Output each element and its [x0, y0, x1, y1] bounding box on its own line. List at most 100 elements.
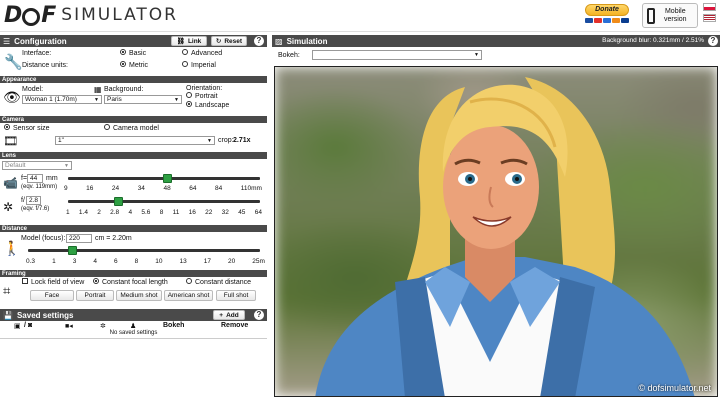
- aperture-icon: ✲: [3, 200, 14, 214]
- units-metric-radio[interactable]: Metric: [120, 61, 148, 69]
- tick-label: 2.8: [110, 209, 120, 216]
- focus-readout: cm = 2.20m: [95, 235, 132, 242]
- slider-thumb[interactable]: [114, 197, 123, 206]
- aperture-col-icon: ✲: [100, 323, 106, 330]
- sliders-icon: ☰: [3, 36, 11, 46]
- tick-label: 5.6: [141, 209, 151, 216]
- tick-label: 13: [179, 258, 187, 265]
- interface-advanced-radio[interactable]: Advanced: [182, 49, 222, 57]
- col-remove: Remove: [221, 322, 249, 329]
- lock-fov-checkbox[interactable]: Lock field of view: [22, 278, 84, 286]
- focus-label: Model (focus):: [21, 235, 66, 242]
- tick-label: 45: [238, 209, 246, 216]
- simulation-viewport[interactable]: © dofsimulator.net: [274, 66, 718, 397]
- focal-length-slider[interactable]: [68, 174, 260, 184]
- framing-full-button[interactable]: Full shot: [216, 290, 256, 301]
- mobile-version-button[interactable]: Mobile version: [642, 3, 698, 28]
- tick-label: 64: [189, 185, 197, 192]
- tick-label: 8: [159, 209, 164, 216]
- eye-icon: 👁: [3, 89, 21, 105]
- flag-pl-icon[interactable]: [703, 3, 716, 11]
- card-icon: [594, 18, 602, 23]
- reset-button[interactable]: ↻ Reset: [211, 36, 247, 46]
- units-imperial-radio[interactable]: Imperial: [182, 61, 216, 69]
- framing-american-button[interactable]: American shot: [164, 290, 213, 301]
- focus-distance-input[interactable]: 220: [66, 234, 92, 243]
- person-col-icon: ♟: [130, 323, 137, 330]
- sensor-select[interactable]: 1" ▼: [55, 136, 215, 145]
- col-bokeh: Bokeh: [163, 322, 185, 329]
- video-camera-icon: 📹: [3, 176, 18, 190]
- distance-slider[interactable]: [28, 246, 260, 256]
- logo-text: SIMULATOR: [61, 5, 178, 25]
- crop-icon: ⌗: [3, 283, 11, 298]
- help-icon[interactable]: ?: [254, 310, 264, 320]
- sensor-size-radio[interactable]: Sensor size: [4, 124, 50, 132]
- lens-col-icon: ■◂: [65, 323, 73, 330]
- chevron-down-icon: ▼: [474, 52, 479, 58]
- simulation-title: Simulation: [286, 36, 328, 46]
- tick-label: 64: [254, 209, 262, 216]
- crop-label: crop:: [218, 137, 234, 144]
- model-select[interactable]: Woman 1 (1.70m) ▼: [22, 95, 102, 104]
- tick-label: 17: [203, 258, 211, 265]
- add-button[interactable]: + Add: [213, 310, 245, 320]
- interface-section: 🔧 Interface: Basic Advanced Distance uni…: [0, 47, 267, 75]
- lens-section: Default ▼ 📹 f= 44 mm (eqv. 119mm) 9 16 24 34…: [0, 159, 267, 224]
- tick-label: 1: [66, 209, 70, 216]
- tick-label: 1.4: [78, 209, 88, 216]
- constant-focal-radio[interactable]: Constant focal length: [93, 278, 168, 286]
- phone-icon: [647, 7, 655, 24]
- framing-medium-button[interactable]: Medium shot: [116, 290, 162, 301]
- slider-thumb[interactable]: [68, 246, 77, 255]
- tick-label: 34: [137, 185, 145, 192]
- framing-face-button[interactable]: Face: [30, 290, 74, 301]
- background-select[interactable]: Paris ▼: [104, 95, 182, 104]
- camera-section: Sensor size Camera model 🎞 1" ▼ crop: 2.7…: [0, 123, 267, 151]
- link-button[interactable]: ⛓ Link: [171, 36, 207, 46]
- tick-label: 16: [86, 185, 94, 192]
- reset-icon: ↻: [215, 38, 222, 45]
- tick-label: 20: [228, 258, 236, 265]
- bokeh-row: Bokeh: ▼: [272, 47, 720, 64]
- lens-header: Lens: [0, 152, 267, 159]
- configuration-header: ☰ Configuration ⛓ Link ↻ Reset ?: [0, 35, 267, 47]
- distance-ticks: 0.3 1 3 4 6 8 10 13 17 20 25m: [26, 258, 265, 265]
- distance-section: 🚶 Model (focus): 220 cm = 2.20m 0.3 1 3 4 6 8…: [0, 232, 267, 269]
- tick-label: 1: [52, 258, 56, 265]
- crop-value: 2.71x: [233, 137, 251, 144]
- saved-settings-title: Saved settings: [16, 310, 74, 320]
- camera-model-radio[interactable]: Camera model: [104, 124, 159, 132]
- flag-us-icon[interactable]: [703, 14, 716, 22]
- donate-button[interactable]: Donate: [585, 4, 629, 16]
- interface-basic-radio[interactable]: Basic: [120, 49, 146, 57]
- aperture-input[interactable]: 2.8: [26, 196, 41, 205]
- tick-label: 4: [93, 258, 97, 265]
- background-label: Background:: [104, 86, 144, 93]
- help-icon[interactable]: ?: [254, 36, 264, 46]
- tick-label: 9: [64, 185, 68, 192]
- aperture-slider[interactable]: [68, 197, 260, 207]
- framing-portrait-button[interactable]: Portrait: [76, 290, 114, 301]
- saved-empty: No saved settings: [0, 330, 267, 339]
- configuration-title: Configuration: [14, 36, 67, 46]
- tick-label: 6: [113, 258, 118, 265]
- wrench-icon: 🔧: [4, 54, 23, 71]
- constant-distance-radio[interactable]: Constant distance: [186, 278, 251, 286]
- slider-thumb[interactable]: [163, 174, 172, 183]
- tick-label: 11: [172, 209, 180, 216]
- bokeh-select[interactable]: ▼: [312, 50, 482, 60]
- lens-preset-select[interactable]: Default ▼: [2, 161, 72, 170]
- tick-label: 48: [163, 185, 171, 192]
- interface-label: Interface:: [22, 50, 52, 57]
- orientation-portrait-radio[interactable]: Portrait: [186, 92, 218, 100]
- focal-length-input[interactable]: 44: [27, 174, 43, 183]
- help-icon[interactable]: ?: [708, 36, 718, 46]
- framing-header: Framing: [0, 270, 267, 277]
- orientation-landscape-radio[interactable]: Landscape: [186, 101, 229, 109]
- aperture-ticks: 1 1.4 2 2.8 4 5.6 8 11 16 22 32 45 64: [66, 209, 262, 216]
- camera-col-icon: ◙: [28, 322, 33, 329]
- logo[interactable]: D F SIMULATOR: [4, 2, 178, 28]
- chevron-down-icon: ▼: [94, 96, 99, 103]
- bokeh-label: Bokeh:: [278, 52, 300, 59]
